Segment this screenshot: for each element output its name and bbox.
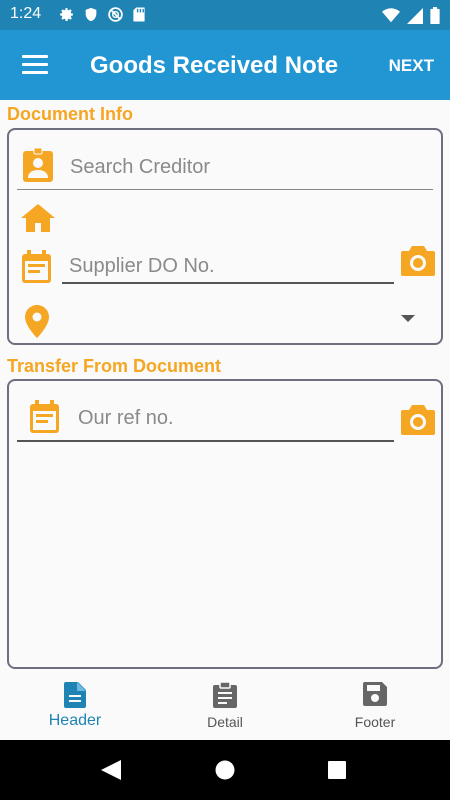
- our-ref-input[interactable]: Our ref no.: [78, 407, 174, 430]
- tab-header[interactable]: Header: [0, 670, 150, 740]
- status-bar: 1:24: [0, 0, 450, 30]
- our-ref-underline: [17, 440, 394, 442]
- menu-icon[interactable]: [22, 55, 48, 75]
- tab-detail[interactable]: Detail: [150, 670, 300, 740]
- tab-footer[interactable]: Footer: [300, 670, 450, 740]
- bottom-nav: Header Detail Footer: [0, 670, 450, 740]
- signal-icon: [407, 7, 423, 24]
- supplier-do-underline: [62, 282, 394, 284]
- document-info-card: Search Creditor Supplier DO No.: [7, 128, 443, 345]
- home-icon: [21, 204, 55, 232]
- shield-icon: [85, 7, 97, 22]
- calendar-icon: [22, 250, 51, 283]
- page-title: Goods Received Note: [90, 52, 339, 79]
- document-icon: [64, 682, 86, 708]
- next-button[interactable]: NEXT: [389, 56, 434, 76]
- status-icons-right: [382, 7, 440, 24]
- camera-icon[interactable]: [401, 403, 435, 435]
- wifi-icon: [382, 8, 400, 23]
- sd-card-icon: [133, 7, 145, 22]
- recents-icon[interactable]: [328, 761, 346, 779]
- tab-header-label: Header: [48, 712, 102, 729]
- no-disturb-icon: [108, 7, 123, 22]
- app-bar: Goods Received Note NEXT: [0, 30, 450, 100]
- tab-detail-label: Detail: [207, 714, 243, 730]
- dropdown-arrow-icon[interactable]: [401, 315, 415, 322]
- calendar-icon: [30, 400, 59, 433]
- gear-icon: [60, 8, 73, 21]
- transfer-title: Transfer From Document: [7, 356, 222, 376]
- system-navigation-bar: [0, 740, 450, 800]
- document-info-title: Document Info: [7, 104, 133, 124]
- search-creditor-input[interactable]: Search Creditor: [70, 156, 210, 179]
- location-pin-icon: [25, 305, 49, 338]
- tab-footer-label: Footer: [354, 714, 396, 730]
- back-icon[interactable]: [101, 760, 121, 780]
- creditor-underline: [17, 189, 433, 190]
- supplier-do-input[interactable]: Supplier DO No.: [69, 255, 215, 278]
- status-icons-left: [58, 6, 146, 23]
- camera-icon[interactable]: [401, 244, 435, 276]
- save-icon: [363, 682, 387, 706]
- contact-card-icon: [23, 148, 53, 182]
- clipboard-icon: [213, 682, 237, 708]
- transfer-card: Our ref no.: [7, 379, 443, 669]
- home-button-icon[interactable]: [215, 760, 235, 780]
- battery-icon: [430, 7, 440, 24]
- status-time: 1:24: [10, 5, 42, 22]
